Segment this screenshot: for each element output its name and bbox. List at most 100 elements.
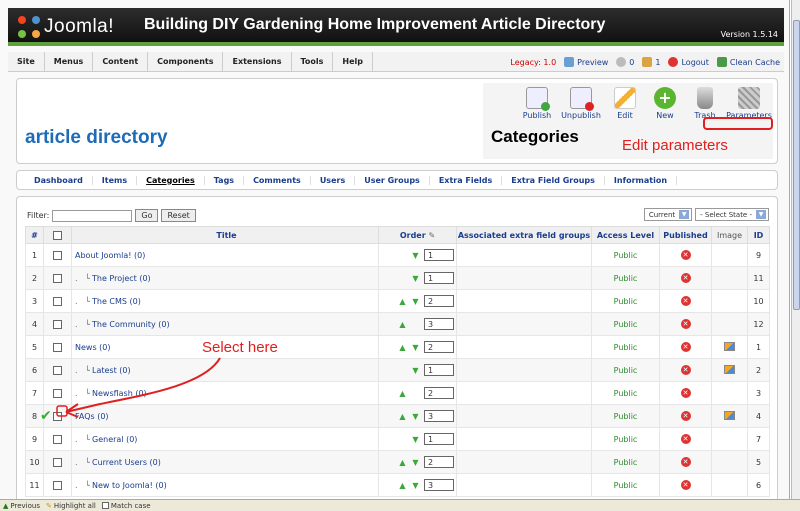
category-title-link[interactable]: About Joomla! (0)	[75, 251, 145, 260]
unpublished-icon[interactable]: ✕	[680, 434, 691, 444]
access-level-link[interactable]: Public	[591, 427, 660, 451]
unpublished-icon[interactable]: ✕	[680, 365, 691, 375]
order-input[interactable]: 1	[424, 249, 454, 261]
menu-content[interactable]: Content	[93, 52, 149, 71]
unpublished-icon[interactable]: ✕	[680, 250, 691, 260]
access-level-link[interactable]: Public	[591, 266, 660, 290]
category-title-link[interactable]: The CMS (0)	[92, 297, 141, 306]
match-case-checkbox[interactable]	[101, 502, 109, 509]
edit-button[interactable]: Edit	[605, 85, 645, 120]
unpublished-icon[interactable]: ✕	[680, 319, 691, 329]
match-case-option[interactable]: Match case	[101, 502, 151, 510]
move-up-icon[interactable]: ▲	[398, 412, 407, 421]
submenu-user-groups[interactable]: User Groups	[355, 175, 430, 185]
submenu-categories[interactable]: Categories	[137, 175, 205, 185]
submenu-users[interactable]: Users	[311, 175, 356, 185]
order-input[interactable]: 1	[424, 272, 454, 284]
unpublished-icon[interactable]: ✕	[680, 457, 691, 467]
highlight-all-button[interactable]: ✎ Highlight all	[46, 502, 96, 510]
new-button[interactable]: + New	[645, 85, 685, 120]
submenu-extra-fields[interactable]: Extra Fields	[430, 175, 503, 185]
go-button[interactable]: Go	[135, 209, 159, 222]
find-previous-button[interactable]: ▲ Previous	[3, 502, 40, 510]
category-title-link[interactable]: Current Users (0)	[92, 458, 161, 467]
category-title-link[interactable]: New to Joomla! (0)	[92, 481, 167, 490]
publish-button[interactable]: Publish	[517, 85, 557, 120]
row-checkbox[interactable]	[53, 250, 62, 260]
header-title[interactable]: Title	[71, 226, 379, 244]
header-order[interactable]: Order ✎	[378, 226, 457, 244]
submenu-information[interactable]: Information	[605, 175, 678, 185]
unpublish-button[interactable]: Unpublish	[557, 85, 605, 120]
parameters-button[interactable]: Parameters	[725, 85, 773, 120]
order-input[interactable]: 3	[424, 479, 454, 491]
move-down-icon[interactable]: ▼	[411, 366, 420, 375]
scrollbar-thumb[interactable]	[793, 20, 800, 310]
move-down-icon[interactable]: ▼	[411, 458, 420, 467]
clean-cache-link[interactable]: Clean Cache	[716, 57, 780, 67]
access-level-link[interactable]: Public	[591, 358, 660, 382]
menu-help[interactable]: Help	[333, 52, 373, 71]
preview-link[interactable]: Preview	[564, 57, 608, 67]
order-input[interactable]: 1	[424, 433, 454, 445]
unpublished-icon[interactable]: ✕	[680, 342, 691, 352]
select-all-checkbox[interactable]	[53, 230, 62, 240]
row-checkbox[interactable]	[53, 434, 62, 444]
order-input[interactable]: 2	[424, 387, 454, 399]
submenu-tags[interactable]: Tags	[205, 175, 245, 185]
access-level-link[interactable]: Public	[591, 289, 660, 313]
logout-link[interactable]: Logout	[668, 57, 709, 67]
state-select[interactable]: - Select State - ▼	[695, 208, 769, 221]
order-input[interactable]: 2	[424, 456, 454, 468]
access-level-link[interactable]: Public	[591, 312, 660, 336]
save-order-icon[interactable]: ✎	[428, 231, 435, 240]
reset-button[interactable]: Reset	[161, 209, 196, 222]
order-input[interactable]: 2	[424, 295, 454, 307]
move-down-icon[interactable]: ▼	[411, 343, 420, 352]
access-level-link[interactable]: Public	[591, 381, 660, 405]
submenu-extra-field-groups[interactable]: Extra Field Groups	[502, 175, 605, 185]
menu-extensions[interactable]: Extensions	[223, 52, 292, 71]
move-up-icon[interactable]: ▲	[398, 320, 407, 329]
access-level-link[interactable]: Public	[591, 473, 660, 497]
order-input[interactable]: 1	[424, 364, 454, 376]
submenu-dashboard[interactable]: Dashboard	[25, 175, 93, 185]
move-down-icon[interactable]: ▼	[411, 274, 420, 283]
move-down-icon[interactable]: ▼	[411, 297, 420, 306]
row-checkbox[interactable]	[53, 273, 62, 283]
users-link[interactable]: 1	[642, 57, 660, 67]
vertical-scrollbar[interactable]	[791, 0, 800, 499]
unpublished-icon[interactable]: ✕	[680, 273, 691, 283]
trash-button[interactable]: Trash	[685, 85, 725, 120]
move-down-icon[interactable]: ▼	[411, 481, 420, 490]
filter-input[interactable]	[52, 209, 133, 222]
move-up-icon[interactable]: ▲	[398, 458, 407, 467]
move-down-icon[interactable]: ▼	[411, 435, 420, 444]
category-title-link[interactable]: The Community (0)	[92, 320, 170, 329]
access-level-link[interactable]: Public	[591, 404, 660, 428]
access-level-link[interactable]: Public	[591, 335, 660, 359]
submenu-comments[interactable]: Comments	[244, 175, 311, 185]
header-assoc[interactable]: Associated extra field groups	[456, 226, 592, 244]
menu-tools[interactable]: Tools	[292, 52, 334, 71]
category-title-link[interactable]: News (0)	[75, 343, 111, 352]
order-input[interactable]: 3	[424, 318, 454, 330]
unpublished-icon[interactable]: ✕	[680, 411, 691, 421]
move-down-icon[interactable]: ▼	[411, 251, 420, 260]
row-checkbox[interactable]	[53, 457, 62, 467]
header-published[interactable]: Published	[659, 226, 712, 244]
unpublished-icon[interactable]: ✕	[680, 296, 691, 306]
row-checkbox[interactable]	[53, 296, 62, 306]
row-checkbox[interactable]	[53, 342, 62, 352]
row-checkbox[interactable]	[53, 480, 62, 490]
move-up-icon[interactable]: ▲	[398, 389, 407, 398]
move-up-icon[interactable]: ▲	[398, 343, 407, 352]
order-input[interactable]: 2	[424, 341, 454, 353]
unpublished-icon[interactable]: ✕	[680, 388, 691, 398]
menu-menus[interactable]: Menus	[45, 52, 94, 71]
category-title-link[interactable]: General (0)	[92, 435, 137, 444]
unpublished-icon[interactable]: ✕	[680, 480, 691, 490]
menu-components[interactable]: Components	[148, 52, 224, 71]
category-title-link[interactable]: The Project (0)	[92, 274, 151, 283]
current-select[interactable]: Current ▼	[643, 208, 693, 221]
